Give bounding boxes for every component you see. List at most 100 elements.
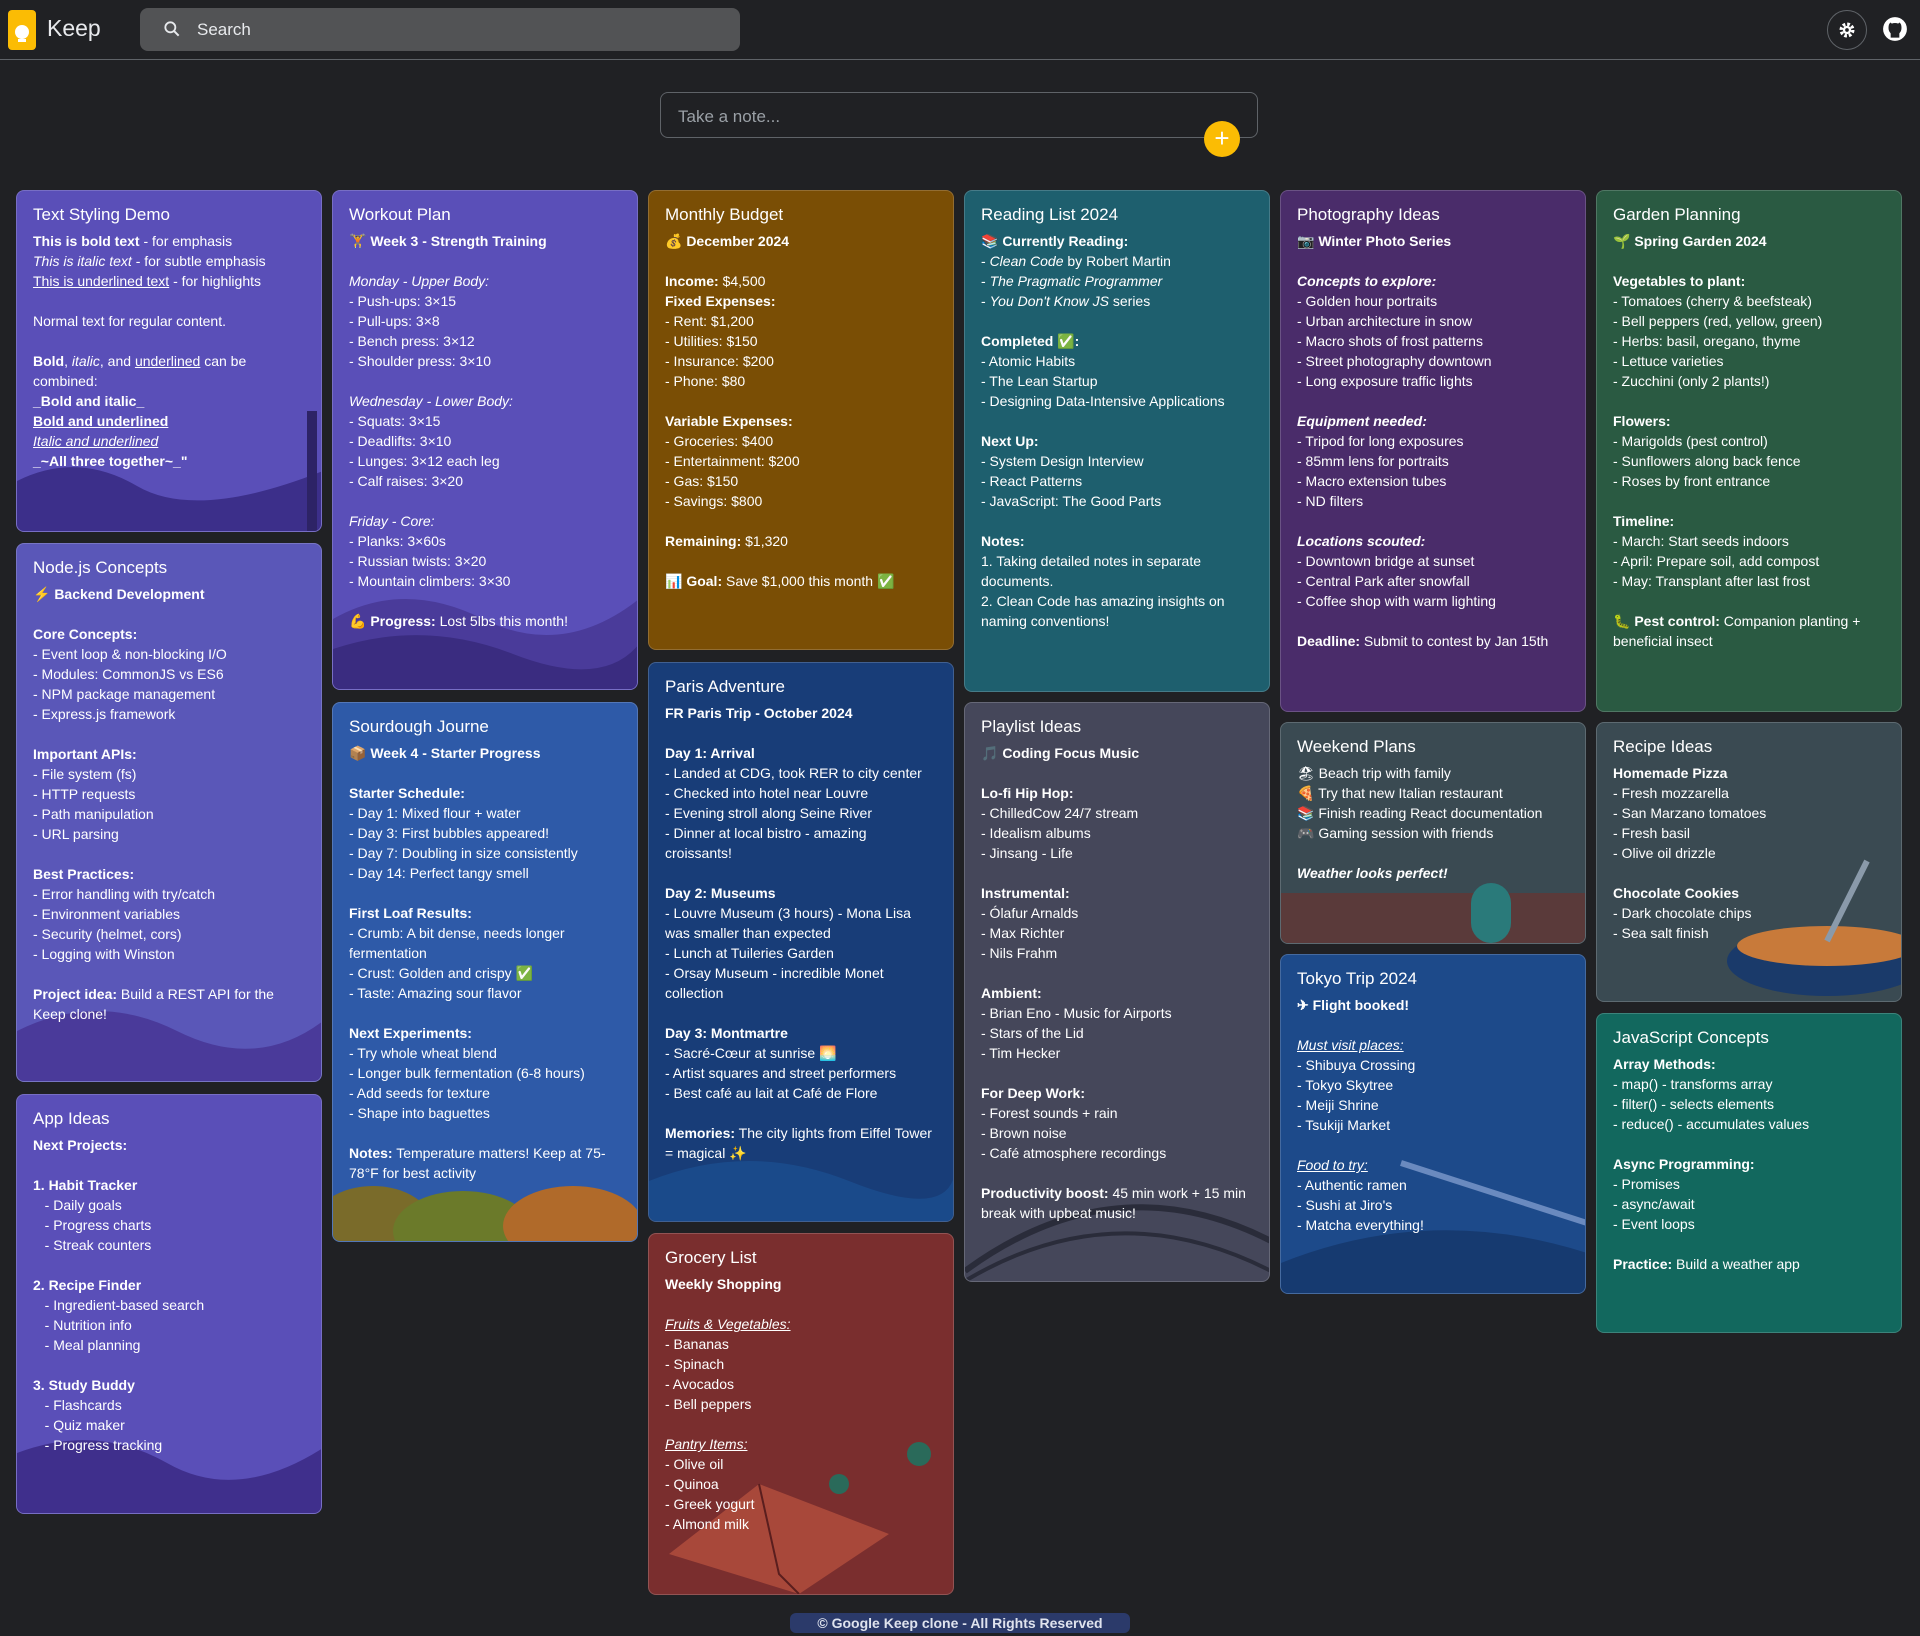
note-line: - Try whole wheat blend (349, 1043, 621, 1063)
note-line: - Sushi at Jiro's (1297, 1195, 1569, 1215)
note-card[interactable]: Photography Ideas 📷 Winter Photo Series Co… (1280, 190, 1586, 712)
note-line: - Entertainment: $200 (665, 451, 937, 471)
note-line: - Landed at CDG, took RER to city center (665, 763, 937, 783)
note-card[interactable]: Tokyo Trip 2024 ✈ Flight booked! Must visi… (1280, 954, 1586, 1294)
note-body: 🏖 Beach trip with family 🍕 Try that new I… (1297, 763, 1569, 883)
note-line: - Tripod for long exposures (1297, 431, 1569, 451)
note-text: - reduce() - accumulates values (1613, 1116, 1810, 1132)
note-card[interactable]: Workout Plan 🏋 Week 3 - Strength Training… (332, 190, 638, 690)
note-text: - NPM package management (33, 686, 216, 702)
note-text: Build a weather app (1672, 1256, 1800, 1272)
note-text: - Taste: Amazing sour flavor (349, 985, 522, 1001)
note-line: Vegetables to plant: (1613, 271, 1885, 291)
add-note-button[interactable]: + (1204, 121, 1240, 157)
note-line: - Add seeds for texture (349, 1083, 621, 1103)
note-line: - Max Richter (981, 923, 1253, 943)
note-text: - Louvre Museum (3 hours) - Mona Lisa wa… (665, 905, 915, 941)
note-card[interactable]: Playlist Ideas 🎵 Coding Focus Music Lo-fi … (964, 702, 1270, 1282)
note-line: 3. Study Buddy (33, 1375, 305, 1395)
github-link[interactable] (1878, 12, 1912, 46)
note-line: - Macro extension tubes (1297, 471, 1569, 491)
note-text: - Deadlifts: 3×10 (349, 433, 452, 449)
note-line: Lo-fi Hip Hop: (981, 783, 1253, 803)
note-text: $1,320 (741, 533, 788, 549)
note-card[interactable]: Monthly Budget 💰 December 2024 Income: $4,… (648, 190, 954, 650)
note-line: - Crust: Golden and crispy ✅ (349, 963, 621, 983)
note-line: - System Design Interview (981, 451, 1253, 471)
note-text: Completed ✅: (981, 333, 1080, 349)
note-text: - Mountain climbers: 3×30 (349, 573, 511, 589)
note-text: Day 3: Montmartre (665, 1025, 788, 1041)
note-card[interactable]: Reading List 2024 📚 Currently Reading: - C… (964, 190, 1270, 692)
note-title: App Ideas (33, 1109, 110, 1128)
note-card[interactable]: Recipe Ideas Homemade Pizza - Fresh mozzar… (1596, 722, 1902, 1002)
note-text: - Designing Data-Intensive Applications (981, 393, 1225, 409)
note-line: Practice: Build a weather app (1613, 1254, 1885, 1274)
note-text: - Café atmosphere recordings (981, 1145, 1167, 1161)
note-title: Node.js Concepts (33, 558, 168, 577)
note-line: This is underlined text - for highlights (33, 271, 305, 291)
note-text: The Pragmatic Programmer (989, 273, 1163, 289)
settings-button[interactable] (1827, 10, 1867, 50)
note-line: Weekly Shopping (665, 1274, 937, 1294)
take-note-input[interactable]: Take a note... (660, 92, 1258, 138)
note-card[interactable]: App Ideas Next Projects: 1. Habit Tracker … (16, 1094, 322, 1514)
note-text: , (64, 353, 72, 369)
note-line: - Best café au lait at Café de Flore (665, 1083, 937, 1103)
note-line: Best Practices: (33, 864, 305, 884)
note-text: Remaining: (665, 533, 742, 549)
note-card[interactable]: Text Styling Demo This is bold text - for… (16, 190, 322, 532)
note-line: - Taste: Amazing sour flavor (349, 983, 621, 1003)
note-text: - Bell peppers (red, yellow, green) (1613, 313, 1823, 329)
note-text: - Express.js framework (33, 706, 176, 722)
note-line: Important APIs: (33, 744, 305, 764)
note-text: - The Lean Startup (981, 373, 1098, 389)
note-line: - Street photography downtown (1297, 351, 1569, 371)
note-line: - Savings: $800 (665, 491, 937, 511)
search-input[interactable]: Search (140, 8, 740, 51)
note-line: - NPM package management (33, 684, 305, 704)
app-name[interactable]: Keep (47, 15, 101, 42)
note-line: - ND filters (1297, 491, 1569, 511)
note-text: - Golden hour portraits (1297, 293, 1438, 309)
note-card[interactable]: Grocery List Weekly Shopping Fruits & Vege… (648, 1233, 954, 1595)
note-text: $4,500 (718, 273, 766, 289)
note-line: 📚 Currently Reading: (981, 231, 1253, 251)
note-text: Day 2: Museums (665, 885, 776, 901)
note-card[interactable]: Weekend Plans 🏖 Beach trip with family 🍕 T… (1280, 722, 1586, 944)
note-text: 2. Recipe Finder (33, 1277, 142, 1293)
note-card[interactable]: Node.js Concepts ⚡ Backend Development Cor… (16, 543, 322, 1082)
note-text: Next Up: (981, 433, 1039, 449)
note-text: - Shoulder press: 3×10 (349, 353, 492, 369)
note-text: 1. Habit Tracker (33, 1177, 138, 1193)
note-text: - (981, 293, 990, 309)
note-text: - ND filters (1297, 493, 1364, 509)
note-text: - Nutrition info (33, 1317, 132, 1333)
note-text: - Logging with Winston (33, 946, 175, 962)
note-text: - Authentic ramen (1297, 1177, 1407, 1193)
note-text: - Olive oil (665, 1456, 724, 1472)
keep-logo-icon[interactable] (8, 10, 36, 50)
note-line: 📚 Finish reading React documentation (1297, 803, 1569, 823)
note-line: - Modules: CommonJS vs ES6 (33, 664, 305, 684)
note-card[interactable]: Sourdough Journe 📦 Week 4 - Starter Progr… (332, 702, 638, 1242)
note-line: Bold, italic, and underlined can be comb… (33, 351, 305, 391)
note-line: - Louvre Museum (3 hours) - Mona Lisa wa… (665, 903, 937, 943)
note-text: - Zucchini (only 2 plants!) (1613, 373, 1770, 389)
note-text: - Utilities: $150 (665, 333, 758, 349)
note-card[interactable]: Paris Adventure FR Paris Trip - October 2… (648, 662, 954, 1222)
note-card[interactable]: JavaScript Concepts Array Methods: - map()… (1596, 1013, 1902, 1333)
note-line: - Almond milk (665, 1514, 937, 1534)
note-text: - Savings: $800 (665, 493, 763, 509)
note-text: - Bananas (665, 1336, 729, 1352)
note-card[interactable]: Garden Planning 🌱 Spring Garden 2024 Veget… (1596, 190, 1902, 712)
note-text: - React Patterns (981, 473, 1083, 489)
note-line: - Evening stroll along Seine River (665, 803, 937, 823)
